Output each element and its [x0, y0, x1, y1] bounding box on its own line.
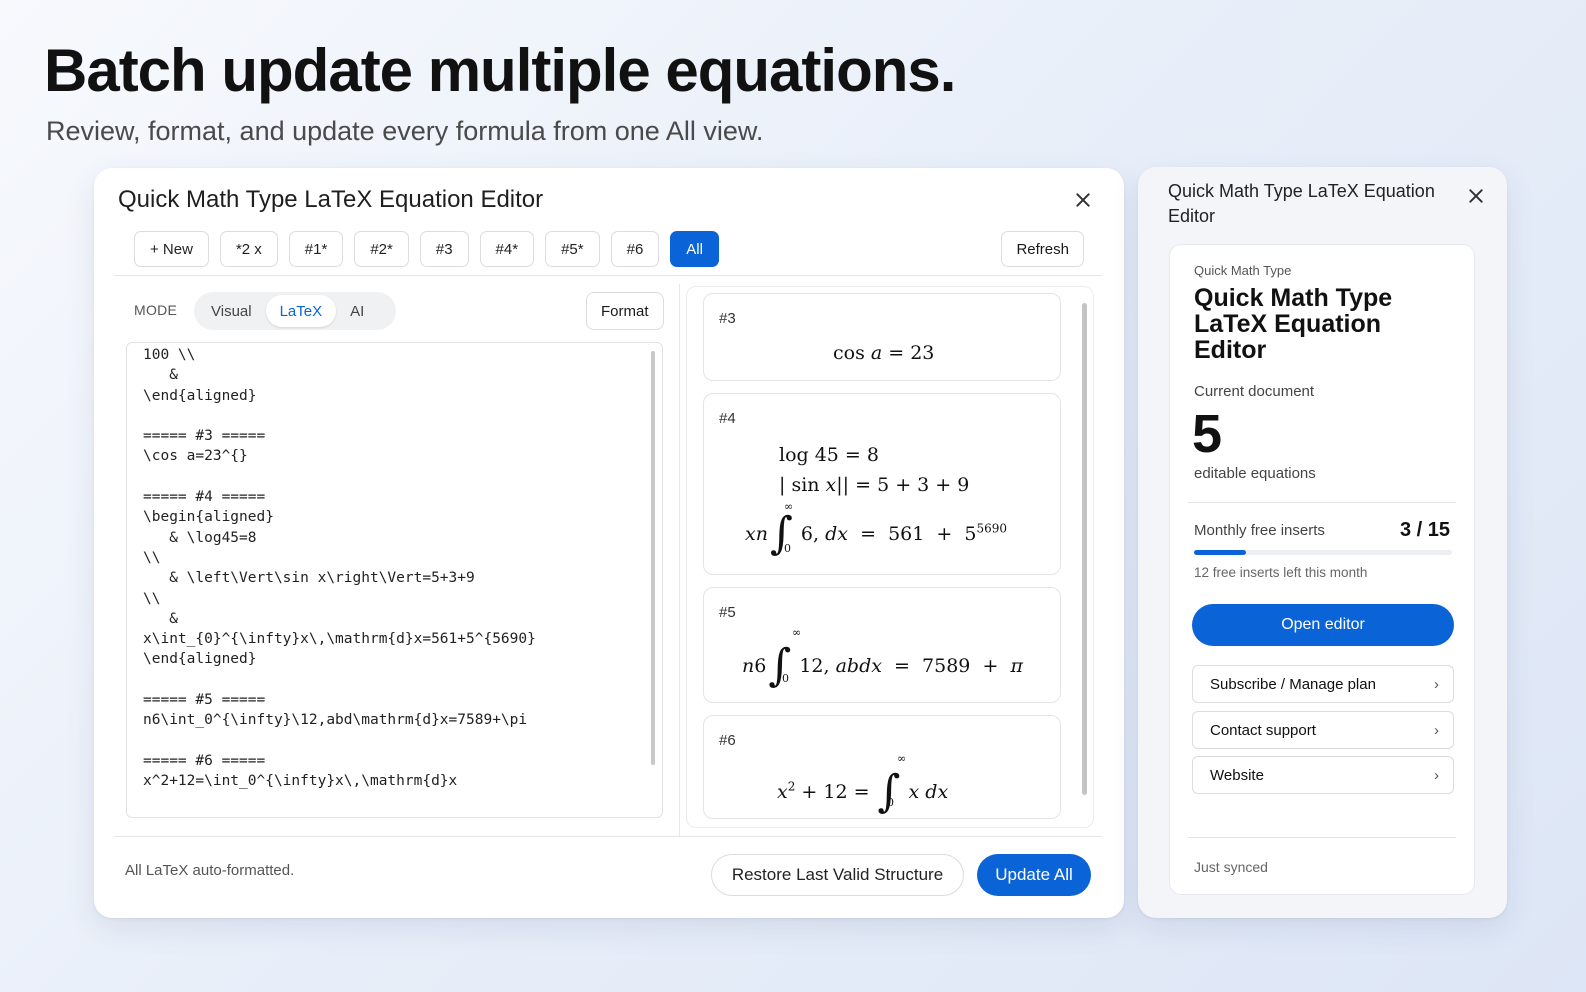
close-icon[interactable]	[1464, 184, 1488, 208]
tab-5[interactable]: #5*	[545, 231, 600, 267]
link-label: Subscribe / Manage plan	[1210, 675, 1376, 693]
equation-card-3[interactable]: #3 cos a = 23	[703, 293, 1061, 381]
monthly-inserts-count: 3 / 15	[1399, 519, 1450, 541]
link-label: Contact support	[1210, 721, 1316, 739]
tab-4[interactable]: #4*	[479, 231, 535, 267]
equation-card-5[interactable]: #5 n6∫ ∞ 0 12, abdx = 7589 + π	[703, 587, 1061, 703]
equation-id: #5	[719, 604, 736, 621]
status-text: All LaTeX auto-formatted.	[125, 862, 295, 879]
equation-id: #3	[719, 310, 736, 327]
hero-subtitle: Review, format, and update every formula…	[46, 116, 764, 146]
divider	[114, 275, 1102, 276]
mode-ai[interactable]: AI	[336, 295, 378, 327]
divider	[679, 284, 680, 836]
hero-title: Batch update multiple equations.	[44, 37, 956, 104]
equation-id: #4	[719, 410, 736, 427]
equation-id: #6	[719, 732, 736, 749]
chevron-right-icon: ›	[1434, 675, 1439, 693]
scrollbar[interactable]	[651, 351, 655, 765]
chevron-right-icon: ›	[1434, 721, 1439, 739]
equation-card-6[interactable]: #6 x2 + 12 = ∫ ∞ 0 x dx	[703, 715, 1061, 819]
latex-source-text[interactable]: 100 \\ & \end{aligned} ===== #3 ===== \c…	[127, 343, 662, 794]
open-editor-button[interactable]: Open editor	[1192, 604, 1454, 646]
equation-render: | sin x|| = 5 + 3 + 9	[779, 474, 970, 496]
latex-source-editor[interactable]: 100 \\ & \end{aligned} ===== #3 ===== \c…	[126, 342, 663, 818]
addon-kicker: Quick Math Type	[1194, 263, 1292, 278]
usage-progress-fill	[1194, 550, 1246, 555]
current-document-label: Current document	[1194, 383, 1315, 400]
usage-progress-bar	[1194, 550, 1452, 555]
tab-2[interactable]: #2*	[354, 231, 409, 267]
contact-support-link[interactable]: Contact support ›	[1192, 711, 1454, 749]
tab-1[interactable]: #1*	[288, 231, 344, 267]
tab-3[interactable]: #3	[419, 231, 469, 267]
refresh-button[interactable]: Refresh	[1001, 231, 1084, 267]
equation-tabs: + New *2 x #1* #2* #3 #4* #5* #6 All	[134, 231, 719, 267]
divider	[1188, 502, 1456, 503]
close-icon[interactable]	[1071, 188, 1095, 212]
mode-visual[interactable]: Visual	[197, 295, 266, 327]
divider	[114, 836, 1102, 837]
scrollbar[interactable]	[1082, 303, 1087, 795]
link-label: Website	[1210, 766, 1264, 784]
equation-card-4[interactable]: #4 log 45 = 8 | sin x|| = 5 + 3 + 9 xn∫ ∞…	[703, 393, 1061, 575]
side-panel-title: Quick Math Type LaTeX Equation Editor	[1168, 181, 1435, 226]
subscribe-link[interactable]: Subscribe / Manage plan ›	[1192, 665, 1454, 703]
equation-count: 5	[1192, 404, 1223, 464]
equation-render: log 45 = 8	[779, 444, 879, 466]
dialog-title: Quick Math Type LaTeX Equation Editor	[118, 186, 544, 213]
update-all-button[interactable]: Update All	[977, 854, 1091, 896]
preview-pane: #3 cos a = 23 #4 log 45 = 8 | sin x|| = …	[686, 286, 1094, 828]
website-link[interactable]: Website ›	[1192, 756, 1454, 794]
monthly-inserts-label: Monthly free inserts	[1194, 522, 1325, 539]
mode-switch: Visual LaTeX AI	[194, 292, 396, 330]
mode-latex[interactable]: LaTeX	[265, 295, 337, 327]
tab-all[interactable]: All	[670, 231, 719, 267]
tab-6[interactable]: #6	[610, 231, 660, 267]
equation-render: n6∫ ∞ 0 12, abdx = 7589 + π	[742, 626, 1023, 691]
side-panel: Quick Math Type LaTeX Equation Editor Qu…	[1138, 167, 1507, 918]
equation-render: x2 + 12 = ∫ ∞ 0 x dx	[777, 752, 949, 817]
addon-card: Quick Math Type Quick Math Type LaTeX Eq…	[1169, 244, 1475, 895]
equation-count-label: editable equations	[1194, 465, 1316, 482]
inserts-left-text: 12 free inserts left this month	[1194, 565, 1368, 580]
tab-new[interactable]: + New	[134, 231, 209, 267]
equation-render: xn∫ ∞ 0 6, dx = 561 + 55690	[745, 500, 1008, 559]
addon-title: Quick Math Type LaTeX Equation Editor	[1194, 284, 1393, 364]
restore-structure-button[interactable]: Restore Last Valid Structure	[711, 854, 964, 896]
divider	[1188, 837, 1456, 838]
mode-label: MODE	[134, 302, 178, 318]
chevron-right-icon: ›	[1434, 766, 1439, 784]
format-button[interactable]: Format	[586, 292, 664, 330]
equation-editor-dialog: Quick Math Type LaTeX Equation Editor + …	[94, 168, 1124, 918]
tab-2x[interactable]: *2 x	[219, 231, 278, 267]
equation-render: cos a = 23	[833, 342, 935, 364]
sync-status: Just synced	[1194, 859, 1268, 875]
